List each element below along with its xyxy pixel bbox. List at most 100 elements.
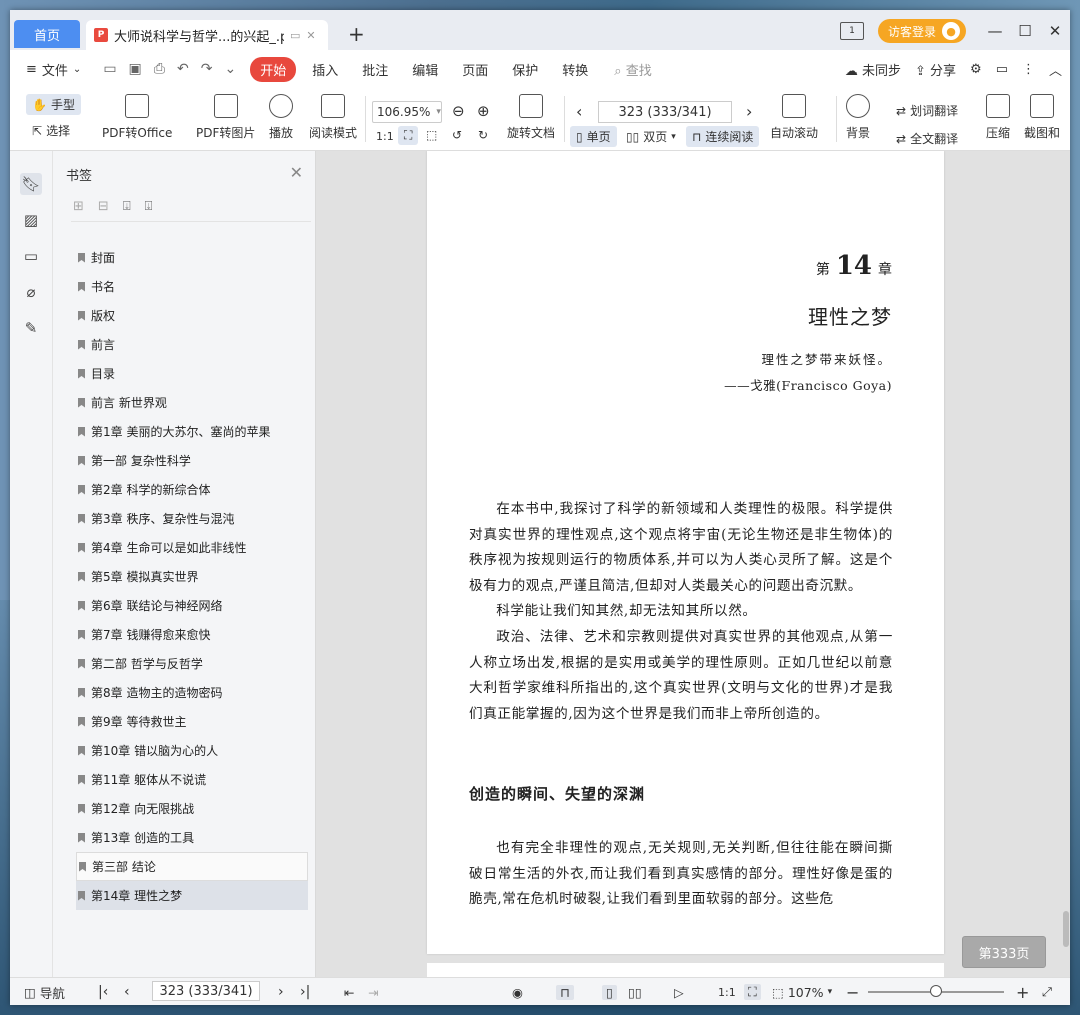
continuous-read-button[interactable]: ⊓ 连续阅读 — [686, 126, 760, 147]
background-button[interactable]: 背景 — [846, 94, 870, 141]
menu-page[interactable]: 页面 — [450, 60, 500, 79]
bookmark-item[interactable]: 第4章 生命可以是如此非线性 — [76, 533, 308, 562]
zoom-out-icon[interactable]: − — [846, 983, 859, 1002]
bookmark-item[interactable]: 第9章 等待救世主 — [76, 707, 308, 736]
rotate-right-icon[interactable]: ↻ — [478, 128, 488, 142]
more-chevron-icon[interactable]: ⌄ — [224, 61, 236, 77]
close-icon[interactable]: ✕ — [290, 163, 303, 182]
next-page-icon[interactable]: › — [746, 102, 752, 121]
zoom-slider-handle[interactable] — [930, 985, 942, 997]
add-bookmark-icon[interactable]: ⍗ — [123, 199, 131, 214]
bookmark-flag-icon[interactable]: ⍗ — [145, 199, 153, 214]
menu-insert[interactable]: 插入 — [300, 60, 350, 79]
bookmark-item[interactable]: 目录 — [76, 359, 308, 388]
screen-icon[interactable]: ▭ — [290, 29, 300, 42]
bookmark-item[interactable]: 第10章 错以脑为心的人 — [76, 736, 308, 765]
close-window-button[interactable]: ✕ — [1040, 22, 1070, 40]
prev-page-icon[interactable]: ‹ — [124, 984, 130, 1000]
actual-size-icon[interactable]: 1:1 — [376, 130, 394, 143]
bookmark-item[interactable]: 版权 — [76, 301, 308, 330]
full-translate-button[interactable]: ⇄ 全文翻译 — [896, 130, 958, 147]
maximize-button[interactable]: ☐ — [1010, 22, 1040, 40]
compress-button[interactable]: 压缩 — [986, 94, 1010, 141]
collapse-ribbon-icon[interactable]: ︿ — [1049, 60, 1062, 79]
bookmark-item[interactable]: 第1章 美丽的大苏尔、塞尚的苹果 — [76, 417, 308, 446]
menu-protect[interactable]: 保护 — [500, 60, 550, 79]
menu-edit[interactable]: 编辑 — [400, 60, 450, 79]
bookmark-item[interactable]: 第一部 复杂性科学 — [76, 446, 308, 475]
continuous-icon[interactable]: ⊓ — [556, 984, 574, 1000]
thumbnail-icon[interactable]: ▨ — [20, 209, 42, 231]
forward-icon[interactable]: ⇥ — [368, 985, 378, 1000]
eye-icon[interactable]: ◉ — [512, 985, 523, 1000]
bookmark-item[interactable]: 第6章 联结论与神经网络 — [76, 591, 308, 620]
zoom-in-icon[interactable]: ⊕ — [477, 102, 490, 120]
bookmark-item[interactable]: 前言 — [76, 330, 308, 359]
bookmark-item[interactable]: 第2章 科学的新综合体 — [76, 475, 308, 504]
feedback-icon[interactable]: ▭ — [996, 62, 1008, 77]
menu-comment[interactable]: 批注 — [350, 60, 400, 79]
fit-page-icon[interactable]: ⛶ — [744, 984, 761, 1000]
save-icon[interactable]: ▣ — [129, 61, 142, 77]
bookmark-item[interactable]: 第8章 造物主的造物密码 — [76, 678, 308, 707]
single-page-button[interactable]: ▯ 单页 — [570, 126, 617, 147]
bookmark-item[interactable]: 第11章 躯体从不说谎 — [76, 765, 308, 794]
single-page-icon[interactable]: ▯ — [602, 984, 617, 1000]
hand-tool-button[interactable]: ✋ 手型 — [26, 94, 81, 115]
bookmark-item[interactable]: 第3章 秩序、复杂性与混沌 — [76, 504, 308, 533]
rotate-left-icon[interactable]: ↺ — [452, 128, 462, 142]
fit-width-icon[interactable]: ⬚ — [426, 128, 437, 142]
bookmark-icon[interactable]: 🔖︎ — [20, 173, 42, 195]
pdf-to-image-button[interactable]: PDF转图片 — [196, 94, 255, 141]
menu-convert[interactable]: 转换 — [550, 60, 600, 79]
auto-scroll-button[interactable]: 自动滚动 — [770, 94, 818, 141]
window-panel-icon[interactable]: 1 — [839, 22, 864, 40]
bookmark-item[interactable]: 第13章 创造的工具 — [76, 823, 308, 852]
tab-home[interactable]: 首页 — [14, 20, 80, 48]
screenshot-button[interactable]: 截图和 — [1024, 94, 1060, 141]
bookmark-item[interactable]: 第三部 结论 — [76, 852, 308, 881]
bookmark-item[interactable]: 前言 新世界观 — [76, 388, 308, 417]
search-box[interactable]: ⌕ 查找 — [600, 60, 665, 79]
signature-icon[interactable]: ✎ — [20, 317, 42, 339]
double-page-icon[interactable]: ▯▯ — [628, 985, 642, 1000]
rotate-document-button[interactable]: 旋转文档 — [507, 94, 555, 141]
tab-close-icon[interactable]: ✕ — [306, 29, 315, 42]
bookmark-item[interactable]: 书名 — [76, 272, 308, 301]
double-page-button[interactable]: ▯▯ 双页 ▾ — [626, 128, 676, 145]
sync-status[interactable]: ☁ 未同步 — [845, 60, 901, 79]
zoom-select[interactable]: 106.95% ▾ — [372, 101, 442, 123]
last-page-icon[interactable]: ›| — [300, 984, 310, 1000]
fit-page-icon[interactable]: ⛶ — [398, 126, 419, 145]
actual-size-icon[interactable]: 1:1 — [718, 986, 736, 999]
new-tab-button[interactable]: + — [348, 22, 365, 46]
document-viewer[interactable]: 第 14 章 理性之梦 理性之梦带来妖怪。 ——戈雅(Francisco Goy… — [316, 151, 1070, 977]
comment-icon[interactable]: ▭ — [20, 245, 42, 267]
attachment-icon[interactable]: ⌀ — [20, 281, 42, 303]
page-number-input[interactable]: 323 (333/341) — [598, 101, 732, 123]
more-icon[interactable]: ⋮ — [1022, 62, 1035, 77]
pdf-to-office-button[interactable]: PDF转Office — [102, 94, 172, 141]
menu-file[interactable]: ≡ 文件 ⌄ — [10, 60, 93, 79]
select-tool-button[interactable]: ⇱ 选择 — [32, 122, 70, 139]
play-icon[interactable]: ▷ — [674, 985, 684, 1000]
tab-document[interactable]: P 大师说科学与哲学...的兴起_.pdf ▭ ✕ — [86, 20, 328, 50]
fullscreen-icon[interactable]: ⤢ — [1042, 984, 1052, 1000]
read-mode-button[interactable]: 阅读模式 — [309, 94, 357, 141]
word-translate-button[interactable]: ⇄ 划词翻译 — [896, 102, 958, 119]
bookmark-item[interactable]: 封面 — [76, 243, 308, 272]
first-page-icon[interactable]: |‹ — [98, 984, 108, 1000]
expand-all-icon[interactable]: ⊞ — [73, 199, 84, 214]
open-folder-icon[interactable]: ▭ — [103, 61, 116, 77]
share-button[interactable]: ⇪ 分享 — [915, 60, 956, 79]
bookmark-item[interactable]: 第12章 向无限挑战 — [76, 794, 308, 823]
vertical-scrollbar[interactable] — [1063, 911, 1069, 947]
bookmark-item[interactable]: 第5章 模拟真实世界 — [76, 562, 308, 591]
zoom-select[interactable]: ⬚ 107% ▾ — [772, 985, 832, 1000]
play-button[interactable]: 播放 — [269, 94, 293, 141]
bookmark-item[interactable]: 第二部 哲学与反哲学 — [76, 649, 308, 678]
navigation-toggle[interactable]: ◫ 导航 — [24, 983, 65, 1002]
zoom-in-icon[interactable]: + — [1016, 983, 1029, 1002]
status-page-input[interactable]: 323 (333/341) — [152, 981, 260, 1001]
guest-login-button[interactable]: 访客登录 ● — [877, 19, 966, 43]
